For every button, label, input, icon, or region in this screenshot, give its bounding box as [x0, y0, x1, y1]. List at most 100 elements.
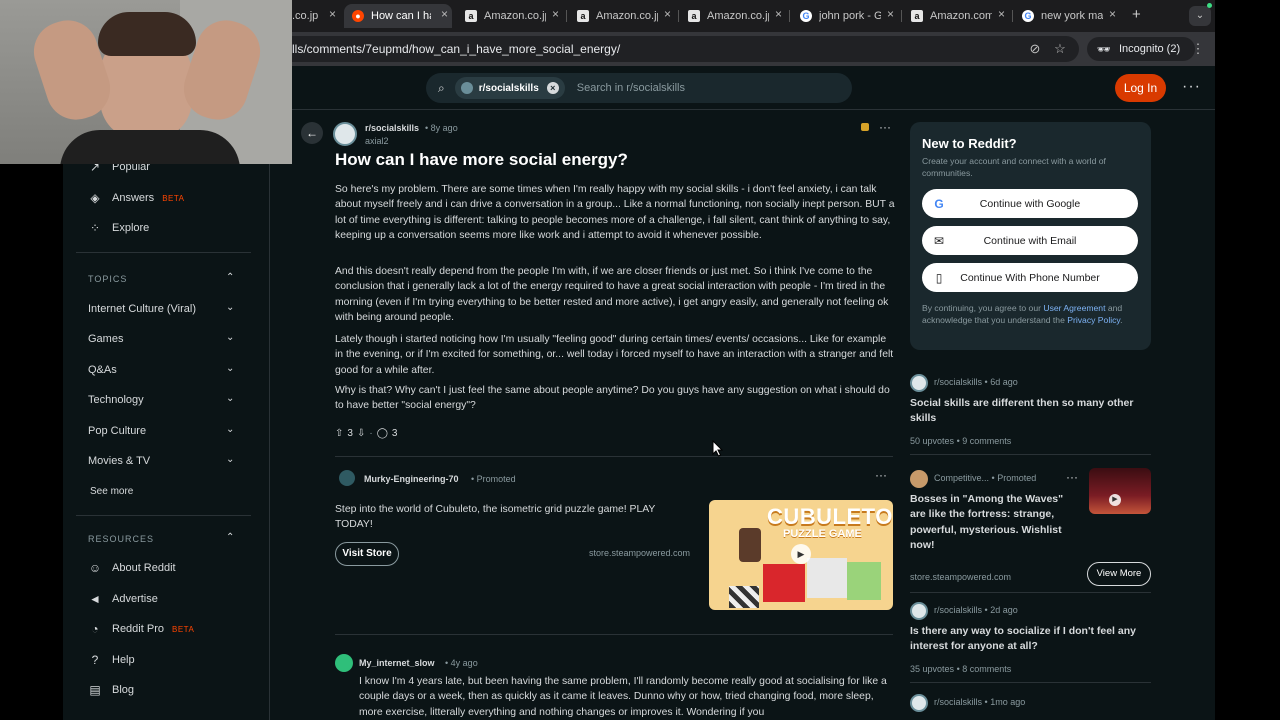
topic-item[interactable]: Technology [88, 394, 144, 406]
sidebar-item-explore[interactable]: ⁘ Explore [88, 221, 149, 235]
chevron-down-icon[interactable]: ⌄ [226, 363, 234, 374]
amazon-favicon-icon: a [465, 10, 477, 22]
upvote-icon[interactable]: ⇧ [335, 428, 343, 439]
topic-item[interactable]: Pop Culture [88, 425, 146, 437]
ad-domain[interactable]: store.steampowered.com [589, 548, 690, 558]
continue-email-button[interactable]: ✉ Continue with Email [922, 226, 1138, 255]
chevron-down-icon[interactable]: ⌄ [226, 424, 234, 435]
tab-close-icon[interactable]: × [441, 7, 448, 21]
related-post-title[interactable]: Social skills are different then so many… [910, 396, 1142, 427]
downvote-icon[interactable]: ⇩ [357, 428, 365, 439]
post-subreddit-link[interactable]: r/socialskills [365, 123, 419, 133]
url-text[interactable]: lls/comments/7eupmd/how_can_i_have_more_… [292, 42, 620, 56]
more-options-icon[interactable]: ··· [1182, 78, 1201, 96]
topic-item[interactable]: Q&As [88, 364, 117, 376]
webcam-overlay [0, 0, 292, 164]
resources-heading[interactable]: RESOURCES [88, 534, 154, 544]
ad-more-icon[interactable]: ··· [875, 468, 887, 482]
search-input[interactable]: Search in r/socialskills [577, 82, 685, 94]
tab-close-icon[interactable]: × [1109, 7, 1116, 21]
incognito-indicator[interactable]: 🕶 Incognito (2) [1087, 37, 1195, 61]
play-icon[interactable]: ▶ [1109, 494, 1121, 506]
chevron-down-icon[interactable]: ⌄ [226, 332, 234, 343]
visit-store-button[interactable]: Visit Store [335, 542, 399, 566]
sidebar-item-blog[interactable]: ▤ Blog [88, 683, 134, 697]
dot-separator: • [956, 436, 960, 446]
tab[interactable]: a Amazon.com × [909, 4, 1009, 28]
related-post-title[interactable]: Is there any way to socialize if I don't… [910, 624, 1142, 655]
sidebar-item-answers[interactable]: ◈ Answers BETA [88, 191, 185, 205]
search-bar[interactable]: ⌕ r/socialskills × Search in r/socialski… [426, 73, 852, 103]
tab-search-icon[interactable]: ⌄ [1189, 6, 1211, 26]
tab[interactable]: a Amazon.co.jp × [463, 4, 563, 28]
tab-close-icon[interactable]: × [329, 7, 336, 21]
login-button[interactable]: Log In [1115, 74, 1166, 102]
eye-off-icon[interactable]: ⊘ [1027, 41, 1043, 57]
continue-google-button[interactable]: G Continue with Google [922, 189, 1138, 218]
subreddit-search-chip[interactable]: r/socialskills × [454, 77, 565, 99]
sidebar-item-about[interactable]: ☺ About Reddit [88, 561, 176, 575]
play-icon[interactable]: ▶ [791, 544, 811, 564]
chevron-down-icon[interactable]: ⌄ [226, 454, 234, 465]
user-agreement-link[interactable]: User Agreement [1043, 303, 1105, 313]
comment-text: I know I'm 4 years late, but been having… [359, 676, 887, 718]
tab-close-icon[interactable]: × [552, 7, 559, 21]
promoted-domain[interactable]: store.steampowered.com [910, 572, 1011, 582]
post-more-icon[interactable]: ··· [879, 120, 891, 134]
button-label: Continue with Email [983, 234, 1077, 247]
character-figure [739, 528, 761, 562]
see-more-link[interactable]: See more [90, 486, 133, 497]
subreddit-avatar[interactable] [333, 122, 357, 146]
chevron-up-icon[interactable]: ⌃ [226, 532, 234, 543]
sidebar-item-advertise[interactable]: ◄ Advertise [88, 592, 158, 606]
tab-active[interactable]: ● How can I ha × [344, 4, 452, 28]
beta-badge: BETA [171, 624, 195, 634]
new-tab-icon[interactable]: + [1132, 6, 1141, 23]
clear-chip-icon[interactable]: × [546, 82, 559, 94]
tab[interactable]: a Amazon.co.jp × [686, 4, 786, 28]
privacy-policy-link[interactable]: Privacy Policy [1067, 315, 1120, 325]
continue-phone-button[interactable]: ▯ Continue With Phone Number [922, 263, 1138, 292]
tab-close-icon[interactable]: × [775, 7, 782, 21]
sidebar-item-reddit-pro[interactable]: ◔ Reddit Pro BETA [88, 622, 194, 636]
promo-more-icon[interactable]: ··· [1066, 470, 1078, 484]
tab[interactable]: .co.jp × [292, 4, 340, 28]
sidebar-item-help[interactable]: ? Help [88, 653, 135, 667]
tab-close-icon[interactable]: × [664, 7, 671, 21]
tab-close-icon[interactable]: × [998, 7, 1005, 21]
commenter-avatar[interactable] [335, 654, 353, 672]
bookmark-star-icon[interactable]: ☆ [1052, 41, 1068, 57]
divider [910, 454, 1151, 455]
ad-text[interactable]: Step into the world of Cubuleto, the iso… [335, 502, 695, 533]
promo-thumbnail[interactable]: ▶ [1089, 468, 1151, 514]
topic-item[interactable]: Internet Culture (Viral) [88, 303, 196, 315]
ad-image-subtitle: PUZZLE GAME [783, 528, 862, 540]
post-paragraph: Lately though i started noticing how I'm… [335, 334, 894, 376]
chevron-down-icon[interactable]: ⌄ [226, 393, 234, 404]
tab[interactable]: G john pork - G × [798, 4, 898, 28]
topics-heading[interactable]: TOPICS [88, 274, 127, 284]
divider [910, 592, 1151, 593]
promoted-title[interactable]: Bosses in "Among the Waves" are like the… [910, 492, 1080, 554]
tab-close-icon[interactable]: × [887, 7, 894, 21]
tab[interactable]: G new york ma × [1020, 4, 1120, 28]
commenter-name[interactable]: My_internet_slow [359, 658, 435, 668]
comment-icon[interactable]: ◯ [377, 428, 388, 439]
advertiser-avatar[interactable] [339, 470, 355, 486]
chevron-up-icon[interactable]: ⌃ [226, 272, 234, 283]
google-icon: G [934, 196, 944, 211]
subreddit-chip-label: r/socialskills [478, 82, 539, 94]
back-arrow-icon[interactable]: ← [301, 122, 323, 144]
browser-menu-icon[interactable]: ⋮ [1190, 41, 1206, 57]
ad-image[interactable]: CUBULETO PUZZLE GAME ▶ [709, 500, 893, 610]
view-more-button[interactable]: View More [1087, 562, 1151, 586]
chevron-down-icon[interactable]: ⌄ [226, 302, 234, 313]
topic-item[interactable]: Movies & TV [88, 455, 150, 467]
search-icon: ⌕ [438, 80, 445, 95]
tab[interactable]: a Amazon.co.jp × [575, 4, 675, 28]
advertiser-name[interactable]: Murky-Engineering-70 [364, 474, 459, 484]
post-author-link[interactable]: axial2 [365, 136, 389, 146]
related-post-stats: 50 upvotes • 9 comments [910, 436, 1011, 446]
topic-item[interactable]: Games [88, 333, 123, 345]
checker-tile [729, 586, 759, 608]
